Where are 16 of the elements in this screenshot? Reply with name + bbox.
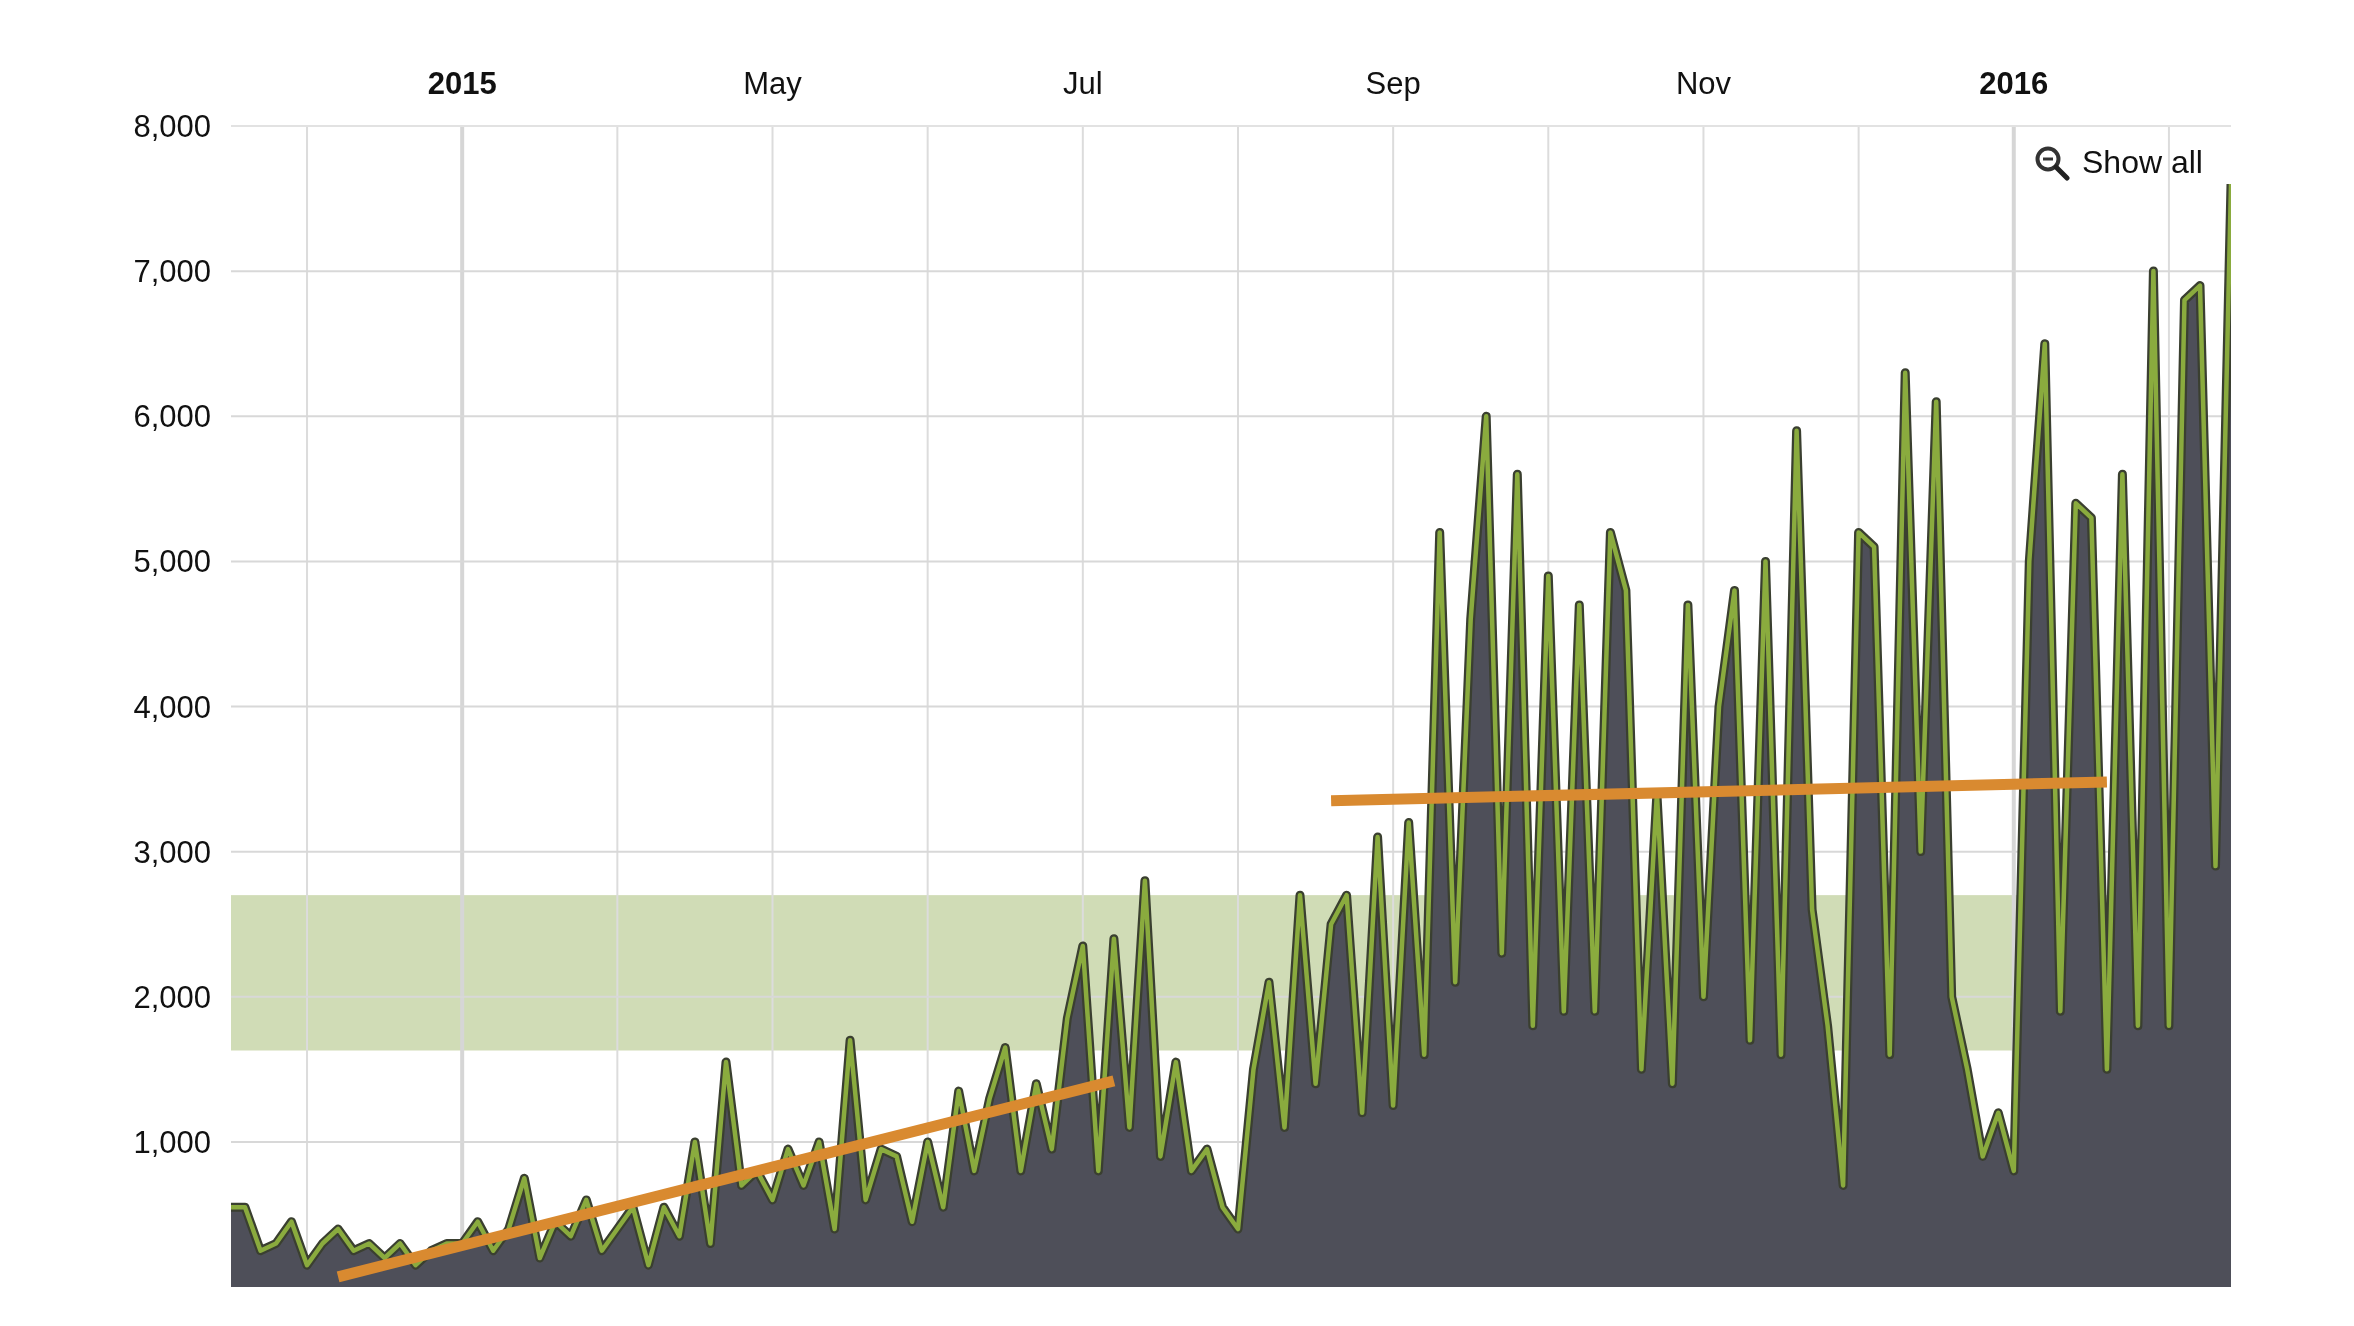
y-axis-label: 1,000 bbox=[133, 1124, 211, 1160]
x-axis-label: May bbox=[743, 66, 802, 101]
x-axis-label: Jul bbox=[1063, 66, 1103, 101]
x-axis-label: Sep bbox=[1365, 66, 1421, 101]
x-axis-label: Nov bbox=[1675, 66, 1732, 101]
y-axis-label: 2,000 bbox=[133, 979, 211, 1015]
show-all-button[interactable]: Show all bbox=[2028, 140, 2209, 185]
x-axis-label: 2016 bbox=[1979, 66, 2049, 101]
x-axis-label: 2015 bbox=[427, 66, 497, 101]
y-axis-label: 5,000 bbox=[133, 544, 211, 580]
y-axis-label: 4,000 bbox=[133, 689, 211, 725]
zoom-out-icon bbox=[2034, 144, 2070, 181]
y-axis-label: 3,000 bbox=[133, 834, 211, 870]
y-axis-label: 8,000 bbox=[133, 109, 211, 144]
y-axis-label: 6,000 bbox=[133, 399, 211, 435]
y-axis-label: 7,000 bbox=[133, 254, 211, 290]
